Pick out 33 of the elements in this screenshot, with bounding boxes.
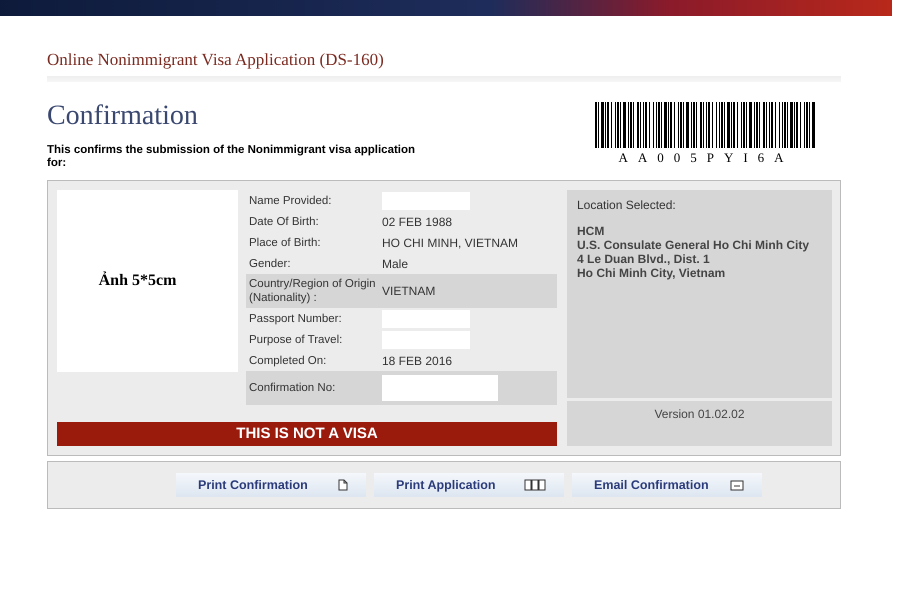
field-label: Passport Number: <box>249 312 343 326</box>
field-label: Purpose of Travel: <box>249 332 344 346</box>
field-value: HO CHI MINH, VIETNAM <box>382 236 518 250</box>
field-label: Name Provided: <box>249 194 332 208</box>
mail-icon <box>730 480 744 490</box>
location-label: Location Selected: <box>577 198 677 212</box>
address-line: HCM <box>577 224 606 238</box>
address-line: Ho Chi Minh City, Vietnam <box>577 266 726 280</box>
not-a-visa-banner: THIS IS NOT A VISA <box>57 422 557 446</box>
field-label: Date Of Birth: <box>249 214 320 228</box>
action-button[interactable]: Print Application <box>374 473 564 497</box>
field-value: Male <box>382 256 408 270</box>
page-title: Online Nonimmigrant Visa Application (DS-160) <box>47 50 385 70</box>
barcode-number: AA005PYI6A <box>618 150 794 166</box>
field-label: Gender: <box>249 256 292 270</box>
confirmation-heading: Confirmation <box>47 100 199 132</box>
action-button[interactable]: Email Confirmation <box>572 473 762 497</box>
field-value: 18 FEB 2016 <box>382 354 452 368</box>
field-label: Confirmation No: <box>249 381 336 395</box>
field-label: Completed On: <box>249 354 328 368</box>
version-text: Version 01.02.02 <box>654 407 745 421</box>
photo-label: Ảnh 5*5cm <box>98 272 176 290</box>
field-label: Country/Region of Origin (Nationality) : <box>249 277 377 305</box>
address-line: 4 Le Duan Blvd., Dist. 1 <box>577 252 711 266</box>
pages-icon <box>524 479 546 491</box>
action-button[interactable]: Print Confirmation <box>176 473 366 497</box>
page-icon <box>338 479 348 491</box>
barcode-icon <box>595 102 817 148</box>
field-value: 02 FEB 1988 <box>382 214 452 228</box>
intro-text: This confirms the submission of the Nonimmigrant visa application for: <box>47 144 416 170</box>
address-line: U.S. Consulate General Ho Chi Minh City <box>577 238 810 252</box>
field-label: Place of Birth: <box>249 236 322 250</box>
field-value: VIETNAM <box>382 284 436 298</box>
